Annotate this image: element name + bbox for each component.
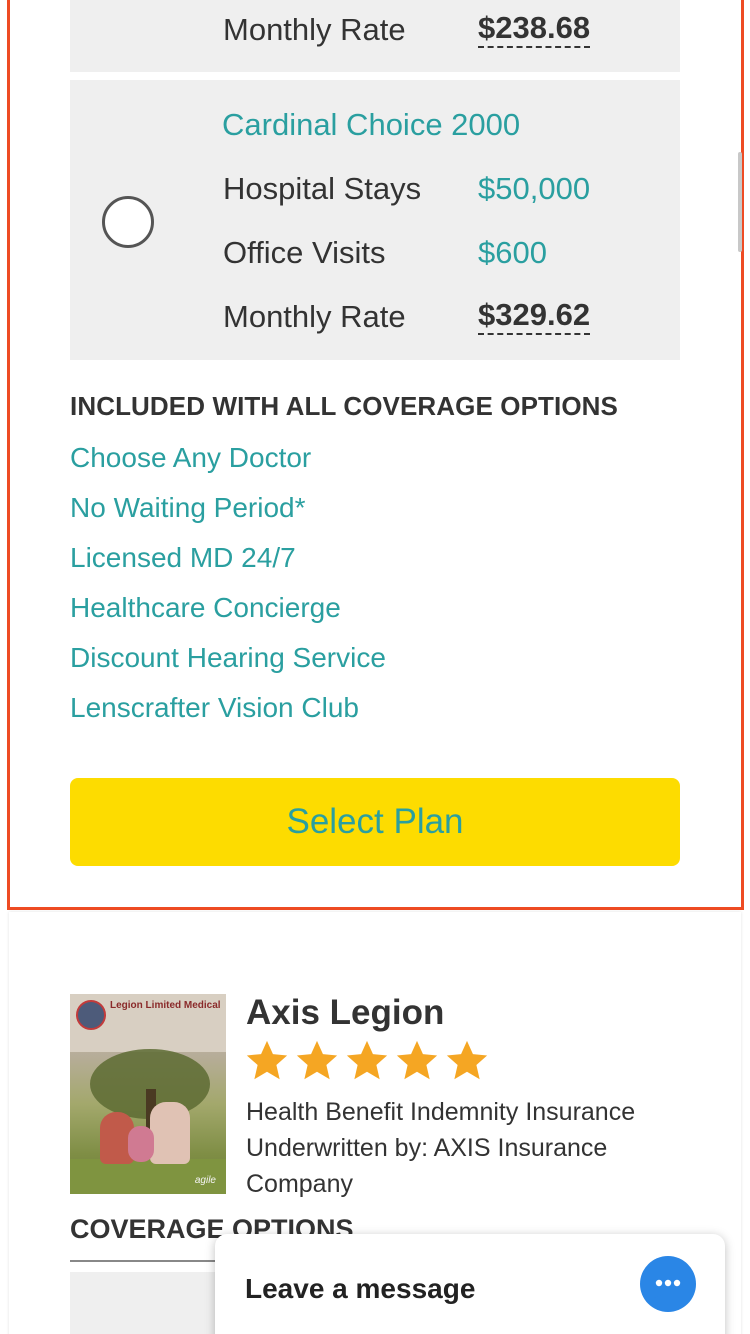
chat-widget[interactable]: Leave a message bbox=[215, 1234, 725, 1334]
product-description-line: Underwritten by: AXIS Insurance bbox=[246, 1134, 608, 1162]
office-visits-value: $600 bbox=[478, 235, 547, 270]
brochure-brand: agile bbox=[194, 1175, 216, 1186]
star-icon bbox=[346, 1040, 388, 1080]
included-features-list: Choose Any Doctor No Waiting Period* Lic… bbox=[70, 443, 386, 743]
hospital-stays-value: $50,000 bbox=[478, 171, 591, 206]
feature-link[interactable]: Lenscrafter Vision Club bbox=[70, 693, 386, 743]
star-icon bbox=[296, 1040, 338, 1080]
product-description-line: Health Benefit Indemnity Insurance bbox=[246, 1098, 636, 1126]
office-visits-label: Office Visits bbox=[223, 235, 386, 270]
monthly-rate-value[interactable]: $329.62 bbox=[478, 299, 591, 335]
chat-label: Leave a message bbox=[245, 1273, 476, 1304]
star-rating bbox=[244, 1038, 490, 1084]
feature-link[interactable]: Choose Any Doctor bbox=[70, 443, 386, 493]
feature-link[interactable]: Licensed MD 24/7 bbox=[70, 543, 386, 593]
coverage-option-row[interactable] bbox=[70, 1272, 220, 1334]
plan-name: Cardinal Choice 2000 bbox=[222, 107, 521, 142]
hospital-stays-label: Hospital Stays bbox=[223, 171, 422, 206]
product-title: Axis Legion bbox=[246, 993, 445, 1032]
monthly-rate-label: Monthly Rate bbox=[223, 299, 406, 334]
included-options-heading: INCLUDED WITH ALL COVERAGE OPTIONS bbox=[70, 391, 618, 421]
select-plan-button[interactable]: Select Plan bbox=[70, 778, 680, 866]
plan-radio-button[interactable] bbox=[102, 196, 154, 248]
brochure-title: Legion Limited Medical bbox=[110, 1000, 221, 1011]
chat-bubble-icon[interactable] bbox=[640, 1256, 696, 1312]
product-description-line: Company bbox=[246, 1170, 353, 1198]
star-icon bbox=[446, 1040, 488, 1080]
monthly-rate-label: Monthly Rate bbox=[223, 12, 406, 47]
star-icon bbox=[396, 1040, 438, 1080]
star-icon bbox=[246, 1040, 288, 1080]
monthly-rate-value[interactable]: $238.68 bbox=[478, 12, 591, 48]
feature-link[interactable]: No Waiting Period* bbox=[70, 493, 386, 543]
feature-link[interactable]: Healthcare Concierge bbox=[70, 593, 386, 643]
feature-link[interactable]: Discount Hearing Service bbox=[70, 643, 386, 693]
product-brochure-image[interactable]: Legion Limited Medical agile bbox=[70, 994, 226, 1194]
page-scrollbar[interactable] bbox=[738, 152, 742, 252]
brochure-logo-icon bbox=[76, 1000, 106, 1030]
product-description: Health Benefit Indemnity Insurance Under… bbox=[246, 1094, 666, 1202]
